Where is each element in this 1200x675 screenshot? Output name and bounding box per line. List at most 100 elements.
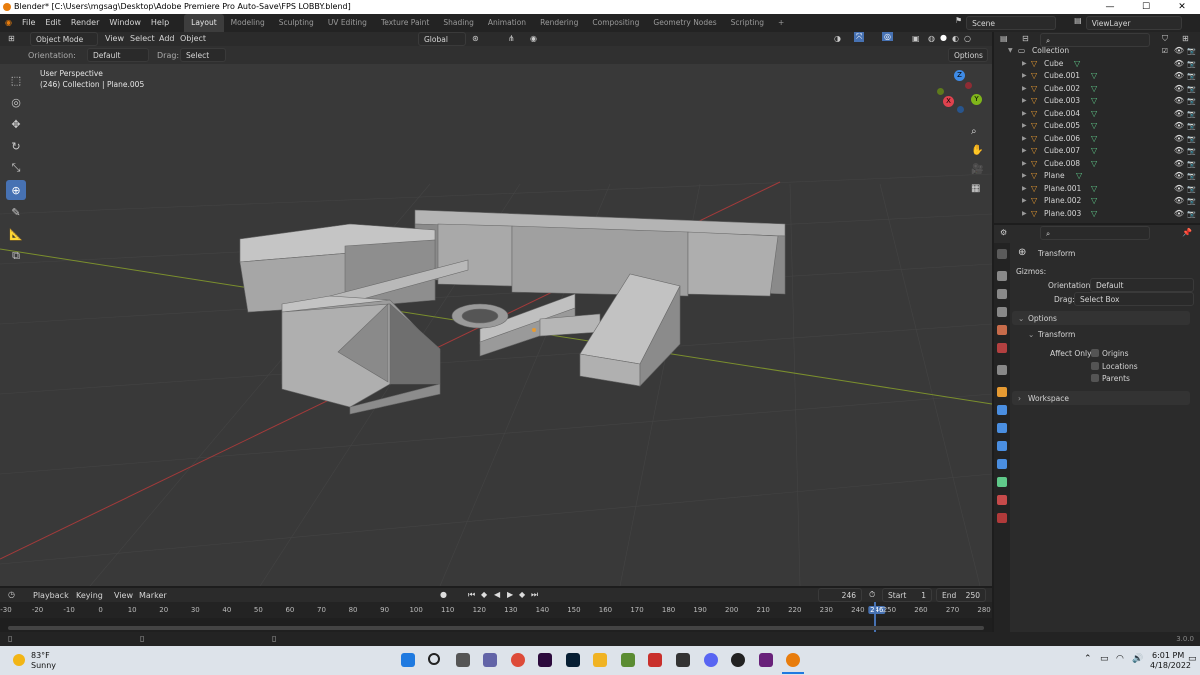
eye-icon[interactable]: 👁 <box>1174 208 1184 221</box>
camera-icon[interactable]: 📷 <box>1187 120 1196 133</box>
outliner-item[interactable]: ▶ ▽ Plane.001 ▽ 👁 📷 <box>994 183 1200 196</box>
visual-studio-icon[interactable] <box>759 653 773 667</box>
mesh-data-icon[interactable]: ▽ <box>1076 170 1082 183</box>
menu-playback[interactable]: Playback <box>33 591 69 600</box>
mesh-data-icon[interactable]: ▽ <box>1091 70 1097 83</box>
menu-marker[interactable]: Marker <box>139 591 167 600</box>
options-dropdown[interactable]: Options <box>948 48 988 62</box>
photoshop-icon[interactable] <box>566 653 580 667</box>
tab-layout[interactable]: Layout <box>184 14 224 32</box>
mesh-data-icon[interactable]: ▽ <box>1091 83 1097 96</box>
overlay-toggle-icon[interactable]: ◎ <box>882 32 893 41</box>
scene-tab-icon[interactable] <box>997 325 1007 335</box>
expand-triangle-icon[interactable]: ▶ <box>1022 208 1027 221</box>
outliner-editor-icon[interactable]: ▤ <box>1000 34 1008 43</box>
timeline-ruler[interactable]: -30 -20 -10 0 10 20 30 40 50 60 70 80 90 100 110 120 130… <box>0 602 992 618</box>
drag-selector[interactable]: Select Box <box>1074 292 1194 306</box>
eye-icon[interactable]: 👁 <box>1174 83 1184 96</box>
options-panel-header[interactable]: ⌄ Options <box>1012 311 1190 325</box>
add-cube-tool-icon[interactable]: ⧉ <box>6 246 26 266</box>
tab-compositing[interactable]: Compositing <box>585 14 646 32</box>
filezilla-icon[interactable] <box>648 653 662 667</box>
expand-triangle-icon[interactable]: ▶ <box>1022 70 1027 83</box>
minimize-button[interactable]: — <box>1092 0 1128 14</box>
camera-view-icon[interactable]: 🎥 <box>971 160 983 179</box>
filter-icon[interactable]: ⛉ <box>1162 34 1168 44</box>
outliner-display-mode-icon[interactable]: ⊟ <box>1022 34 1029 43</box>
mesh-data-icon[interactable]: ▽ <box>1091 120 1097 133</box>
camera-icon[interactable]: 📷 <box>1187 145 1196 158</box>
camera-icon[interactable]: 📷 <box>1187 208 1196 221</box>
collection-tab-icon[interactable] <box>997 365 1007 375</box>
output-tab-icon[interactable] <box>997 289 1007 299</box>
mesh-data-icon[interactable]: ▽ <box>1074 58 1080 71</box>
physics-tab-icon[interactable] <box>997 441 1007 451</box>
outliner-item[interactable]: ▶ ▽ Cube.007 ▽ 👁 📷 <box>994 145 1200 158</box>
chrome-icon[interactable] <box>511 653 525 667</box>
file-explorer-icon[interactable] <box>593 653 607 667</box>
shading-solid-icon[interactable]: ● <box>940 33 947 42</box>
network-icon[interactable]: ▭ <box>1100 654 1109 664</box>
new-collection-icon[interactable]: ⊞ <box>1182 34 1189 43</box>
outliner-item[interactable]: ▶ ▽ Cube.004 ▽ 👁 📷 <box>994 108 1200 121</box>
view-layer-selector[interactable]: ViewLayer <box>1085 16 1182 30</box>
world-tab-icon[interactable] <box>997 343 1007 353</box>
github-icon[interactable] <box>731 653 745 667</box>
tab-animation[interactable]: Animation <box>481 14 533 32</box>
gizmo-neg-y[interactable] <box>937 88 944 95</box>
tab-modeling[interactable]: Modeling <box>224 14 272 32</box>
shading-rendered-icon[interactable]: ○ <box>964 34 971 43</box>
camera-icon[interactable]: 📷 <box>1187 58 1196 71</box>
zoom-icon[interactable]: ⌕ <box>971 122 983 141</box>
weather-condition[interactable]: Sunny <box>31 661 56 670</box>
transform-tool-icon[interactable]: ⊕ <box>6 180 26 200</box>
data-tab-icon[interactable] <box>997 477 1007 487</box>
render-tab-icon[interactable] <box>997 271 1007 281</box>
discord-icon[interactable] <box>704 653 718 667</box>
move-tool-icon[interactable]: ✥ <box>6 114 26 134</box>
modifier-tab-icon[interactable] <box>997 405 1007 415</box>
current-frame-field[interactable]: 246 <box>818 588 862 602</box>
outliner-item[interactable]: ▶ ▽ Cube ▽ 👁 📷 <box>994 58 1200 71</box>
eye-icon[interactable]: 👁 <box>1174 45 1184 58</box>
mesh-data-icon[interactable]: ▽ <box>1091 158 1097 171</box>
eye-icon[interactable]: 👁 <box>1174 133 1184 146</box>
menu-view[interactable]: View <box>105 34 124 43</box>
texture-tab-icon[interactable] <box>997 513 1007 523</box>
menu-view[interactable]: View <box>114 591 133 600</box>
outliner-item[interactable]: ▶ ▽ Cube.008 ▽ 👁 📷 <box>994 158 1200 171</box>
tab-sculpting[interactable]: Sculpting <box>272 14 321 32</box>
eye-icon[interactable]: 👁 <box>1174 145 1184 158</box>
pivot-icon[interactable]: ⊛ <box>472 34 479 43</box>
editor-type-icon[interactable]: ⊞ <box>8 34 15 43</box>
gizmo-x-axis[interactable]: X <box>943 96 954 107</box>
clock-time[interactable]: 6:01 PM <box>1152 651 1184 660</box>
expand-triangle-icon[interactable]: ▶ <box>1022 158 1027 171</box>
properties-editor-icon[interactable]: ⚙ <box>1000 228 1007 237</box>
start-frame-field[interactable]: Start 1 <box>882 588 932 602</box>
orientation-selector[interactable]: Default <box>87 48 149 62</box>
select-tool-icon[interactable]: ⬚ <box>6 70 26 90</box>
gizmo-z-axis[interactable]: Z <box>954 70 965 81</box>
tab-shading[interactable]: Shading <box>436 14 480 32</box>
measure-tool-icon[interactable]: 📐 <box>6 224 26 244</box>
jump-end-icon[interactable]: ⏭ <box>531 590 538 600</box>
camera-icon[interactable]: 📷 <box>1187 195 1196 208</box>
camera-icon[interactable]: 📷 <box>1187 83 1196 96</box>
notification-icon[interactable]: ▭ <box>1188 654 1197 664</box>
cursor-tool-icon[interactable]: ◎ <box>6 92 26 112</box>
play-reverse-icon[interactable]: ◀ <box>494 590 500 599</box>
wifi-icon[interactable]: ◠ <box>1116 654 1124 664</box>
timeline-body[interactable] <box>0 602 992 632</box>
timeline-editor-icon[interactable]: ◷ <box>8 590 15 599</box>
menu-render[interactable]: Render <box>66 14 104 32</box>
expand-triangle-icon[interactable]: ▶ <box>1022 108 1027 121</box>
camera-icon[interactable]: 📷 <box>1187 108 1196 121</box>
eye-icon[interactable]: 👁 <box>1174 158 1184 171</box>
tab-scripting[interactable]: Scripting <box>724 14 771 32</box>
gizmo-neg-x[interactable] <box>965 82 972 89</box>
start-menu-icon[interactable] <box>401 653 415 667</box>
outliner-item[interactable]: ▶ ▽ Cube.005 ▽ 👁 📷 <box>994 120 1200 133</box>
orientation-selector[interactable]: Default <box>1090 278 1194 292</box>
menu-edit[interactable]: Edit <box>40 14 66 32</box>
